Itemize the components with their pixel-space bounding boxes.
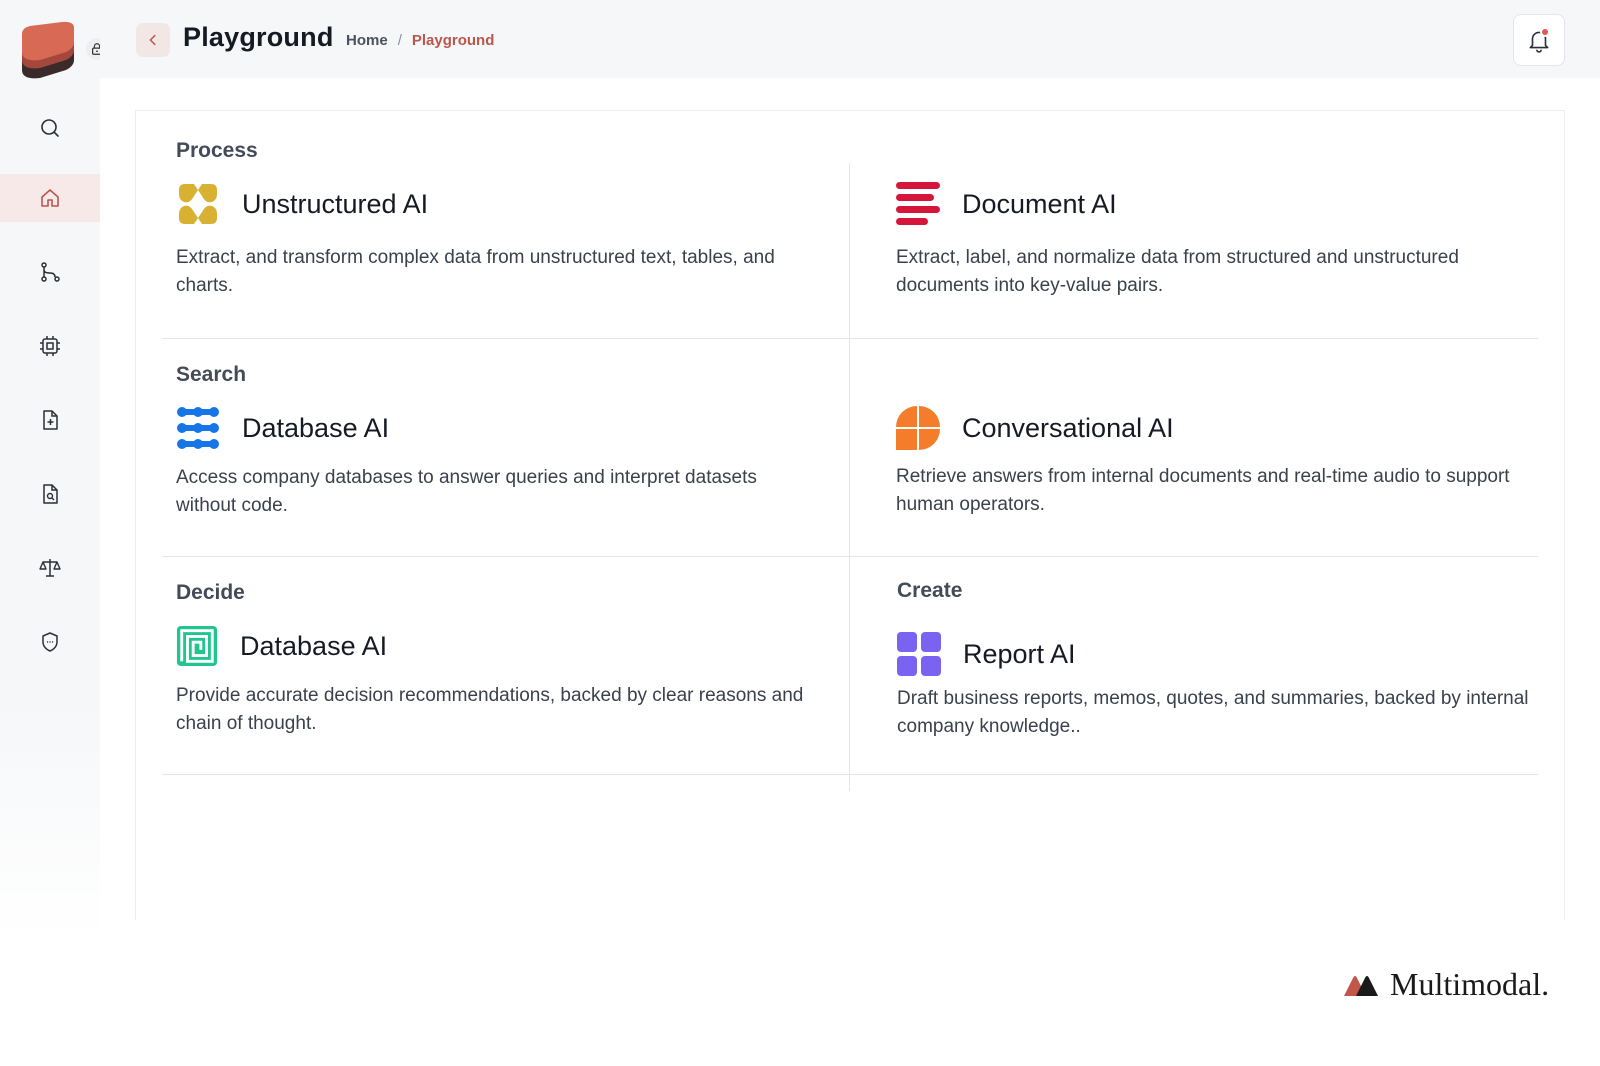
product-name: Database AI <box>240 630 388 661</box>
file-search-icon <box>43 484 58 504</box>
sidebar-item-new-document[interactable] <box>0 396 100 444</box>
product-name: Conversational AI <box>962 412 1174 443</box>
product-name: Database AI <box>242 412 390 443</box>
sidebar-item-security[interactable] <box>0 618 100 666</box>
top-bar: Playground Home / Playground <box>100 0 1600 78</box>
grid-divider-row-3 <box>162 774 1538 775</box>
breadcrumb: Home / Playground <box>346 32 494 49</box>
breadcrumb-home[interactable]: Home <box>346 32 388 49</box>
product-name: Unstructured AI <box>242 188 429 219</box>
page-title: Playground <box>183 22 334 52</box>
brand-watermark: Multimodal. <box>1344 966 1549 1003</box>
product-description: Draft business reports, memos, quotes, a… <box>897 688 1529 737</box>
breadcrumb-separator: / <box>397 32 402 49</box>
app-logo[interactable] <box>18 20 78 80</box>
sidebar-item-home[interactable] <box>0 174 100 222</box>
section-label-create: Create <box>897 579 963 602</box>
shield-icon <box>42 632 58 652</box>
grid-divider-vertical <box>849 163 850 791</box>
breadcrumb-current: Playground <box>411 32 495 49</box>
decision-ai-icon <box>176 625 218 667</box>
document-ai-icon <box>896 182 940 225</box>
product-description: Access company databases to answer queri… <box>176 467 757 516</box>
product-name: Document AI <box>962 188 1117 219</box>
product-description: Extract, and transform complex data from… <box>176 247 775 296</box>
notification-badge <box>1540 27 1550 37</box>
product-name: Report AI <box>963 638 1076 669</box>
database-ai-icon <box>177 407 219 449</box>
section-label-search: Search <box>176 363 247 386</box>
grid-divider-row-1 <box>162 338 1538 339</box>
conversational-ai-icon <box>896 406 940 450</box>
workflow-icon <box>41 262 60 282</box>
search-icon <box>41 119 59 137</box>
sidebar-item-document-search[interactable] <box>0 470 100 518</box>
report-ai-icon <box>897 632 941 676</box>
chevron-left-icon <box>149 34 156 46</box>
product-database-ai[interactable]: Database AI <box>176 406 389 450</box>
scale-icon <box>39 559 61 577</box>
home-icon <box>41 189 59 207</box>
unstructured-ai-icon <box>179 184 217 224</box>
sidebar <box>0 0 108 940</box>
product-description: Retrieve answers from internal documents… <box>896 466 1510 515</box>
section-label-process: Process <box>176 139 258 162</box>
chip-icon <box>40 336 60 356</box>
back-button[interactable] <box>136 23 170 57</box>
grid-divider-row-2 <box>162 556 1538 557</box>
product-conversational-ai[interactable]: Conversational AI <box>896 406 1174 450</box>
sidebar-item-workflows[interactable] <box>0 248 100 296</box>
file-add-icon <box>43 410 58 430</box>
product-description: Provide accurate decision recommendation… <box>176 685 804 734</box>
sidebar-item-models[interactable] <box>0 322 100 370</box>
product-description: Extract, label, and normalize data from … <box>896 247 1459 296</box>
product-decision-ai[interactable]: Database AI <box>176 624 387 668</box>
product-document-ai[interactable]: Document AI <box>896 182 1117 226</box>
multimodal-logo-icon <box>1344 975 1378 996</box>
product-report-ai[interactable]: Report AI <box>897 632 1076 676</box>
product-unstructured-ai[interactable]: Unstructured AI <box>176 182 428 226</box>
sidebar-item-search[interactable] <box>0 104 100 152</box>
brand-name: Multimodal. <box>1390 966 1550 1002</box>
sidebar-item-compliance[interactable] <box>0 544 100 592</box>
notifications-button[interactable] <box>1513 14 1565 66</box>
section-label-decide: Decide <box>176 581 245 604</box>
